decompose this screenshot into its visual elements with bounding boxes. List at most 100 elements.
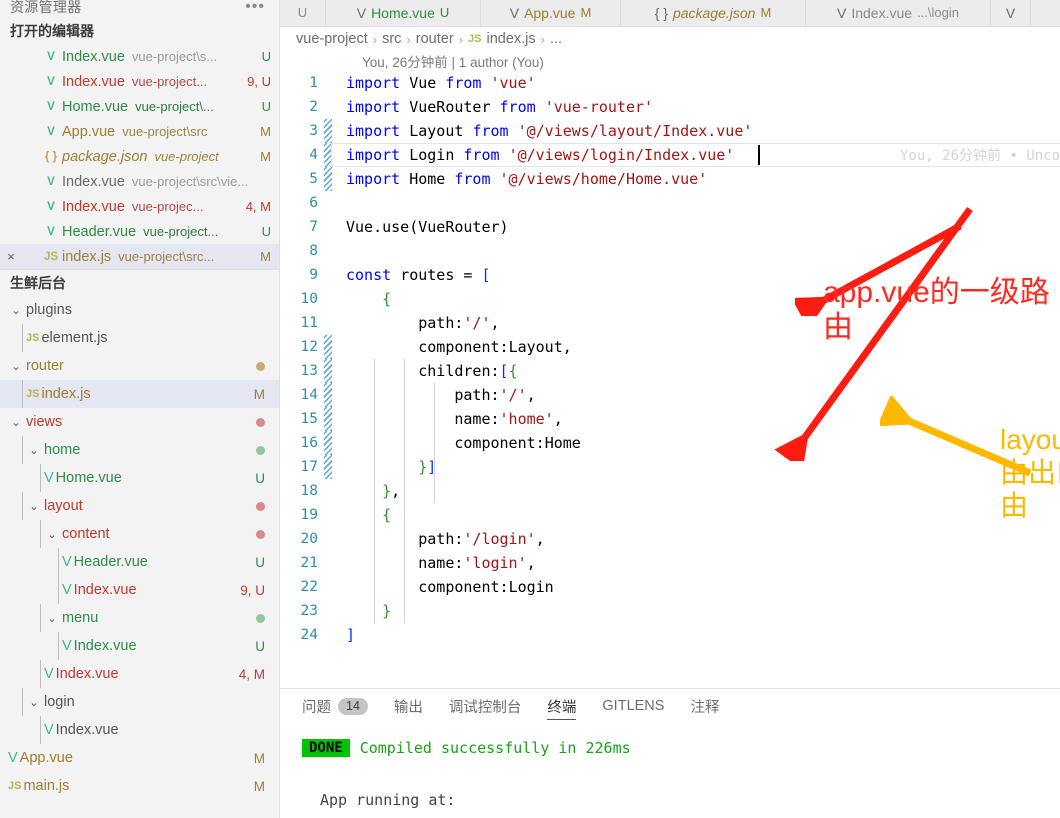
editor-tab[interactable]: V — [991, 0, 1031, 26]
diff-gutter-marker — [324, 431, 332, 455]
tree-file-row[interactable]: V Index.vue — [0, 716, 279, 744]
editor-tab-filename: Home.vue — [371, 4, 435, 21]
line-number: 22 — [300, 579, 318, 595]
tree-file-row[interactable]: V Index.vue U — [0, 632, 279, 660]
diff-gutter-marker — [324, 239, 332, 263]
tree-file-row[interactable]: JS element.js — [0, 324, 279, 352]
code-text: name:'login', — [418, 554, 536, 572]
line-number: 3 — [309, 123, 318, 139]
code-text: import VueRouter from 'vue-router' — [346, 98, 654, 116]
panel-tab-gitlens[interactable]: GITLENS — [602, 689, 664, 723]
tree-folder-row[interactable]: ⌄ menu — [0, 604, 279, 632]
line-number: 17 — [300, 459, 318, 475]
tree-item-label: home — [44, 442, 81, 458]
breadcrumb-separator: › — [406, 31, 411, 47]
editor-tab[interactable]: { } package.json M — [621, 0, 806, 26]
tree-folder-row[interactable]: ⌄ layout — [0, 492, 279, 520]
code-text: import Layout from '@/views/layout/Index… — [346, 122, 753, 140]
open-editor-row[interactable]: × JS index.js vue-project\src... M — [0, 244, 279, 269]
code-editor[interactable]: 1 import Vue from 'vue' 2 import VueRouter … — [280, 71, 1060, 649]
project-header[interactable]: 生鲜后台 — [0, 270, 279, 296]
line-number: 6 — [309, 195, 318, 211]
editor-tab[interactable]: U — [280, 0, 326, 26]
tree-file-row[interactable]: V Header.vue U — [0, 548, 279, 576]
tree-folder-row[interactable]: ⌄ home — [0, 436, 279, 464]
open-editor-row[interactable]: V Index.vue vue-project... 9, U — [0, 69, 279, 94]
tree-file-row[interactable]: V App.vue M — [0, 744, 279, 772]
open-editor-row[interactable]: { } package.json vue-project M — [0, 144, 279, 169]
tree-file-row[interactable]: V Index.vue 4, M — [0, 660, 279, 688]
open-editor-row[interactable]: V Header.vue vue-project... U — [0, 219, 279, 244]
chevron-down-icon[interactable]: ⌄ — [8, 360, 24, 373]
tree-file-row[interactable]: JS index.js M — [0, 380, 279, 408]
code-line: 7 Vue.use(VueRouter) — [280, 215, 1060, 239]
tree-folder-row[interactable]: ⌄ router — [0, 352, 279, 380]
panel-tab-终端[interactable]: 终端 — [547, 689, 577, 723]
tree-file-row[interactable]: V Home.vue U — [0, 464, 279, 492]
diff-gutter-marker — [324, 479, 332, 503]
code-line: 14 path:'/', — [280, 383, 1060, 407]
breadcrumb-separator: › — [458, 31, 463, 47]
inline-blame-annotation: You, 26分钟前 • Uncommit — [900, 148, 1060, 164]
chevron-down-icon[interactable]: ⌄ — [26, 444, 42, 457]
vue-file-icon: V — [44, 666, 54, 682]
tree-file-row[interactable]: JS main.js M — [0, 772, 279, 800]
tree-item-label: Header.vue — [73, 554, 148, 570]
breadcrumb-part[interactable]: router — [416, 31, 454, 47]
tree-folder-row[interactable]: ⌄ login — [0, 688, 279, 716]
chevron-down-icon[interactable]: ⌄ — [44, 528, 60, 541]
diff-gutter-marker — [324, 143, 332, 167]
open-editor-path: vue-project — [154, 149, 219, 164]
chevron-down-icon[interactable]: ⌄ — [44, 612, 60, 625]
terminal-output[interactable]: DONE Compiled successfully in 226ms App … — [280, 723, 1060, 813]
vue-file-icon: V — [47, 50, 55, 63]
tree-status-dot — [256, 361, 265, 371]
open-editor-row[interactable]: V Index.vue vue-project\s... U — [0, 44, 279, 69]
open-editor-status-badge: U — [261, 224, 271, 239]
open-editors-header[interactable]: 打开的编辑器 — [0, 18, 279, 44]
diff-gutter-marker — [324, 215, 332, 239]
tree-folder-row[interactable]: ⌄ views — [0, 408, 279, 436]
ellipsis-icon[interactable]: ••• — [245, 0, 265, 15]
breadcrumb-part[interactable]: vue-project — [296, 31, 368, 47]
open-editor-row[interactable]: V Index.vue vue-project\src\vie... — [0, 169, 279, 194]
editor-tab[interactable]: V App.vue M — [481, 0, 621, 26]
tree-item-label: Index.vue — [55, 666, 119, 682]
open-editor-row[interactable]: V Index.vue vue-projec... 4, M — [0, 194, 279, 219]
close-icon[interactable]: × — [0, 249, 22, 264]
breadcrumb-separator: › — [372, 31, 378, 47]
tree-item-label: content — [62, 526, 110, 542]
editor-tab[interactable]: V Index.vue ...\login — [806, 0, 991, 26]
panel-tab-问题[interactable]: 问题 14 — [302, 689, 368, 723]
chevron-down-icon[interactable]: ⌄ — [26, 500, 42, 513]
panel-tab-注释[interactable]: 注释 — [690, 689, 719, 723]
tree-folder-row[interactable]: ⌄ plugins — [0, 296, 279, 324]
panel-tab-输出[interactable]: 输出 — [394, 689, 423, 723]
breadcrumb-part[interactable]: index.js — [486, 31, 535, 47]
diff-gutter-marker — [324, 335, 332, 359]
breadcrumb-part[interactable]: ... — [550, 31, 562, 47]
chevron-down-icon[interactable]: ⌄ — [26, 696, 42, 709]
editor-tab-filename: package.json — [672, 4, 756, 21]
vue-file-icon: V — [509, 4, 520, 21]
open-editor-row[interactable]: V Home.vue vue-project\... U — [0, 94, 279, 119]
line-number: 19 — [300, 507, 318, 523]
open-editor-status-badge: 4, M — [245, 199, 271, 214]
code-line: 13 children:[{ — [280, 359, 1060, 383]
line-number: 16 — [300, 435, 318, 451]
chevron-down-icon[interactable]: ⌄ — [8, 304, 24, 317]
chevron-down-icon[interactable]: ⌄ — [8, 416, 24, 429]
breadcrumb-part[interactable]: src — [382, 31, 401, 47]
done-badge: DONE — [302, 739, 350, 757]
open-editor-row[interactable]: V App.vue vue-project\src M — [0, 119, 279, 144]
diff-gutter-marker — [324, 191, 332, 215]
tree-file-row[interactable]: V Index.vue 9, U — [0, 576, 279, 604]
open-editor-filename: Header.vue — [62, 223, 137, 240]
open-editor-filename: Index.vue — [62, 173, 125, 190]
panel-tab-调试控制台[interactable]: 调试控制台 — [449, 689, 522, 723]
tree-folder-row[interactable]: ⌄ content — [0, 520, 279, 548]
line-number: 23 — [300, 603, 318, 619]
editor-tab[interactable]: V Home.vue U — [326, 0, 481, 26]
diff-gutter-marker — [324, 311, 332, 335]
